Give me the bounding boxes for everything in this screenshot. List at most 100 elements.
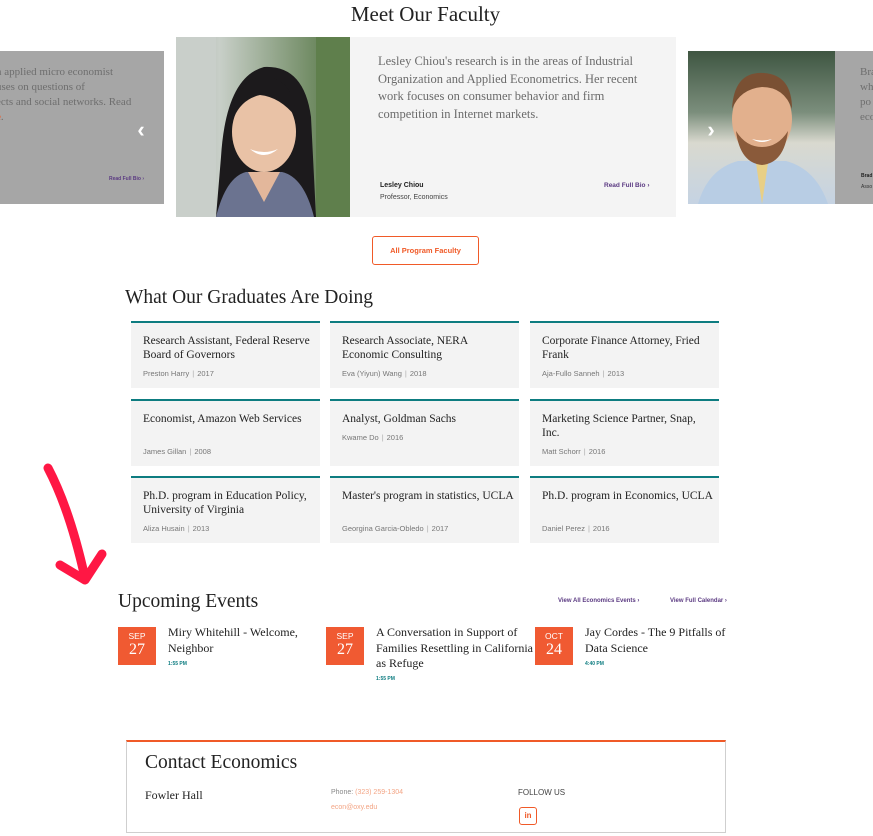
graduate-name: Preston Harry (143, 369, 190, 378)
separator: | (404, 369, 407, 378)
view-all-economics-events-link[interactable]: View All Economics Events › (558, 598, 639, 604)
all-program-faculty-button[interactable]: All Program Faculty (372, 236, 479, 265)
email-link[interactable]: econ@oxy.edu (331, 804, 377, 811)
graduate-year: 2017 (431, 524, 449, 533)
chevron-right-icon[interactable]: › (701, 118, 721, 142)
event-item[interactable]: SEP 27 Miry Whitehill - Welcome, Neighbo… (118, 625, 318, 687)
faculty-name: Lesley Chiou (380, 182, 424, 189)
graduate-job: Marketing Science Partner, Snap, Inc. (542, 413, 696, 439)
graduate-name-year: Matt Schorr | 2016 (542, 447, 605, 456)
separator: | (583, 447, 586, 456)
contact-phone: Phone: (323) 259-1304 (331, 789, 403, 796)
bio-line: uses on questions of (0, 81, 85, 93)
graduate-name-year: Daniel Perez | 2016 (542, 524, 610, 533)
graduate-name-year: Preston Harry | 2017 (143, 369, 214, 378)
graduate-name-year: Kwame Do | 2016 (342, 433, 403, 442)
graduate-card: Master's program in statistics, UCLA Geor… (330, 476, 519, 543)
faculty-card-next[interactable]: Bra wh po eco Brad Asso (835, 51, 873, 204)
follow-us-label: FOLLOW US (518, 788, 566, 797)
read-full-bio-link[interactable]: Read Full Bio › (604, 182, 650, 189)
graduate-name: Georgina Garcia-Obledo (342, 524, 424, 533)
graduate-job: Research Assistant, Federal Reserve Boar… (143, 335, 310, 361)
hand-drawn-arrow-icon (43, 463, 107, 585)
linkedin-icon[interactable]: in (519, 807, 537, 825)
graduate-card: Marketing Science Partner, Snap, Inc. Mat… (530, 399, 719, 466)
graduate-name: Daniel Perez (542, 524, 585, 533)
graduate-year: 2013 (607, 369, 625, 378)
bio-line: ects and social networks. Read (0, 96, 132, 108)
graduate-job: Ph.D. program in Economics, UCLA (542, 490, 713, 502)
event-day: 24 (546, 641, 562, 658)
separator: | (602, 369, 605, 378)
graduate-job: Corporate Finance Attorney, Fried Frank (542, 335, 700, 361)
faculty-name: Brad (861, 173, 873, 179)
graduate-card: Ph.D. program in Economics, UCLA Daniel P… (530, 476, 719, 543)
faculty-role: Asso (861, 184, 873, 190)
event-month: SEP (336, 631, 354, 641)
event-date-badge: SEP 27 (118, 627, 156, 665)
graduate-year: 2016 (588, 447, 606, 456)
graduate-name-year: James Gillan | 2008 (143, 447, 211, 456)
bio-suffix: . (0, 111, 4, 123)
graduate-name-year: Eva (Yiyun) Wang | 2018 (342, 369, 427, 378)
graduate-card: Research Associate, NERA Economic Consul… (330, 321, 519, 388)
graduate-name-year: Georgina Garcia-Obledo | 2017 (342, 524, 448, 533)
event-month: OCT (545, 631, 563, 641)
faculty-card-current[interactable]: Lesley Chiou's research is in the areas … (350, 37, 676, 217)
event-time: 1:55 PM (376, 676, 395, 682)
event-title[interactable]: Miry Whitehill - Welcome, Neighbor (168, 625, 328, 656)
event-date-badge: SEP 27 (326, 627, 364, 665)
graduate-job: Master's program in statistics, UCLA (342, 490, 514, 502)
read-full-bio-link[interactable]: Read Full Bio › (109, 176, 144, 182)
event-item[interactable]: OCT 24 Jay Cordes - The 9 Pitfalls of Da… (535, 625, 735, 687)
graduate-job: Research Associate, NERA Economic Consul… (342, 335, 468, 361)
bio-line: wh (860, 81, 873, 93)
graduate-name: James Gillan (143, 447, 187, 456)
portrait-illustration (176, 37, 350, 217)
graduate-year: 2018 (409, 369, 427, 378)
contact-title: Contact Economics (145, 752, 298, 773)
faculty-section-title: Meet Our Faculty (350, 2, 501, 26)
graduate-name: Aja-Fullo Sanneh (542, 369, 600, 378)
graduate-job: Economist, Amazon Web Services (143, 413, 302, 425)
event-time: 1:55 PM (168, 661, 187, 667)
faculty-bio-next: Bra wh po eco (860, 65, 873, 125)
graduate-year: 2016 (386, 433, 404, 442)
separator: | (426, 524, 429, 533)
graduate-job: Analyst, Goldman Sachs (342, 413, 457, 425)
contact-location: Fowler Hall (145, 788, 203, 802)
graduate-job: Ph.D. program in Education Policy, Unive… (143, 490, 307, 516)
event-month: SEP (128, 631, 146, 641)
faculty-photo-lesley-chiou (176, 37, 350, 217)
bio-line: Bra (860, 66, 873, 78)
bio-line: eco (860, 111, 873, 123)
graduate-year: 2016 (592, 524, 610, 533)
events-section-title: Upcoming Events (118, 591, 259, 612)
view-full-calendar-link[interactable]: View Full Calendar › (670, 598, 727, 604)
graduate-card: Analyst, Goldman Sachs Kwame Do | 2016 (330, 399, 519, 466)
graduate-name: Kwame Do (342, 433, 379, 442)
event-title[interactable]: Jay Cordes - The 9 Pitfalls of Data Scie… (585, 625, 745, 656)
chevron-left-icon[interactable]: ‹ (131, 118, 151, 142)
graduate-card: Research Assistant, Federal Reserve Boar… (131, 321, 320, 388)
graduate-card: Ph.D. program in Education Policy, Unive… (131, 476, 320, 543)
faculty-bio-previous: n applied micro economist uses on questi… (0, 65, 156, 125)
graduate-name-year: Aliza Husain | 2013 (143, 524, 209, 533)
event-item[interactable]: SEP 27 A Conversation in Support of Fami… (326, 625, 533, 687)
event-date-badge: OCT 24 (535, 627, 573, 665)
event-time: 4:40 PM (585, 661, 604, 667)
graduate-name: Aliza Husain (143, 524, 185, 533)
event-title[interactable]: A Conversation in Support of Families Re… (376, 625, 536, 672)
event-day: 27 (129, 641, 145, 658)
graduate-card: Economist, Amazon Web Services James Gill… (131, 399, 320, 466)
graduate-name-year: Aja-Fullo Sanneh | 2013 (542, 369, 624, 378)
phone-link[interactable]: (323) 259-1304 (355, 789, 403, 796)
graduate-card: Corporate Finance Attorney, Fried Frank A… (530, 321, 719, 388)
bio-line: n applied micro economist (0, 66, 113, 78)
faculty-role: Professor, Economics (380, 194, 448, 201)
graduate-year: 2017 (197, 369, 214, 378)
graduates-section-title: What Our Graduates Are Doing (125, 287, 374, 308)
bio-line: po (860, 96, 871, 108)
separator: | (587, 524, 590, 533)
graduate-name: Eva (Yiyun) Wang (342, 369, 402, 378)
